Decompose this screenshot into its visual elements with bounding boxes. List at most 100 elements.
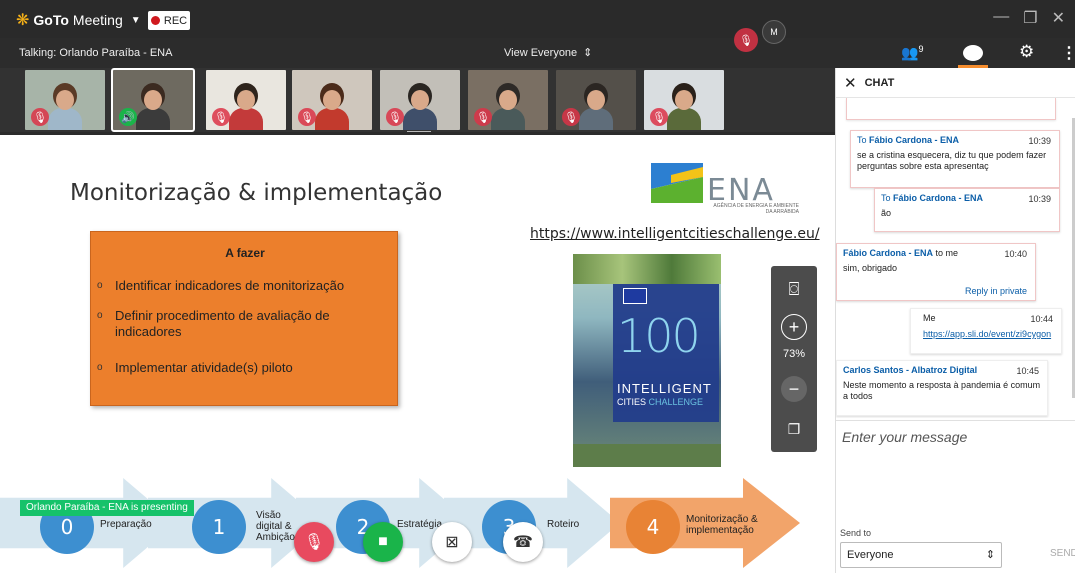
- window-controls: — ❐ ✕: [993, 8, 1065, 28]
- sender-name-text: Fábio Cardona - ENA: [843, 248, 934, 258]
- message-text: ão: [881, 208, 892, 218]
- chat-message: Me 10:44 https://app.sli.do/event/zi9cyg…: [910, 308, 1062, 354]
- book-title-line2: CITIES CHALLENGE: [617, 397, 703, 407]
- attendees-button[interactable]: 👥9: [901, 44, 923, 62]
- minimize-icon[interactable]: —: [993, 8, 1009, 28]
- view-selector[interactable]: View Everyone ⇕: [504, 46, 593, 60]
- people-icon: 👥: [901, 44, 919, 61]
- zoom-in-button[interactable]: +: [781, 314, 807, 340]
- reply-in-private-link[interactable]: Reply in private: [965, 286, 1027, 297]
- participant-body: [136, 108, 170, 130]
- hang-up-icon: ☎: [513, 534, 533, 551]
- more-options-icon[interactable]: ⋮: [1061, 43, 1075, 63]
- camera-button[interactable]: ■: [363, 522, 403, 562]
- participant-video[interactable]: 🎙: [468, 70, 548, 130]
- chat-message: Fábio Cardona - ENA to me 10:40 sim, obr…: [836, 243, 1036, 301]
- participant-video[interactable]: 🎙: [380, 70, 460, 130]
- chat-message-input[interactable]: Enter your message: [836, 420, 1075, 520]
- message-time: 10:40: [1004, 249, 1027, 259]
- sender-name-text: Fábio Cardona - ENA: [893, 193, 984, 203]
- book-challenge: CHALLENGE: [648, 397, 704, 407]
- muted-mic-icon: 🎙: [562, 108, 580, 126]
- status-bar: Talking: Orlando Paraíba - ENA View Ever…: [0, 38, 835, 68]
- message-time: 10:39: [1028, 194, 1051, 204]
- message-time: 10:44: [1030, 314, 1053, 324]
- updown-chevron-icon: ⇕: [583, 47, 593, 59]
- message-time: 10:45: [1016, 366, 1039, 376]
- message-text: se a cristina esquecera, diz tu que pode…: [857, 150, 1047, 171]
- participant-video[interactable]: 🎙: [206, 70, 286, 130]
- message-sender: Carlos Santos - Albatroz Digital: [843, 365, 1041, 376]
- slide-title: Monitorização & implementação: [70, 180, 443, 206]
- chat-panel: ✕ CHAT To Fábio Cardona - ENA 10:39 se a…: [835, 68, 1075, 573]
- send-button[interactable]: SEND: [1050, 548, 1075, 559]
- zoom-toolbar: ⌼ + 73% − ❐: [771, 266, 817, 452]
- participant-head: [144, 90, 162, 110]
- participant-video[interactable]: 🎙: [25, 70, 105, 130]
- sender-name: Fábio Cardona - ENA: [869, 135, 959, 145]
- mic-muted-icon: 🎙: [303, 534, 325, 551]
- sender-name-text: Fábio Cardona - ENA: [869, 135, 960, 145]
- participant-video[interactable]: 🎙: [644, 70, 724, 130]
- message-sender: Fábio Cardona - ENA to me: [843, 248, 1029, 259]
- message-text: Neste momento a resposta à pandemia é co…: [843, 380, 1041, 401]
- message-link[interactable]: https://app.sli.do/event/zi9cygon: [917, 329, 1055, 340]
- webcam-strip: 🎙 🔊 🎙 🎙 🎙 🎙 🎙 🎙: [0, 68, 835, 132]
- todo-box: A fazer Identificar indicadores de monit…: [90, 231, 398, 406]
- app-name-bold: GoTo: [33, 12, 69, 28]
- participant-video[interactable]: 🎙: [292, 70, 372, 130]
- book-cover-bottom: [573, 444, 721, 467]
- updown-chevron-icon: ⇕: [985, 549, 995, 561]
- participant-head: [411, 90, 429, 110]
- sender-prefix: To: [881, 193, 894, 203]
- book-cover-trees: [573, 254, 721, 284]
- participant-figure: [403, 86, 437, 130]
- app-menu-button[interactable]: ❋ GoTo Meeting ▼: [16, 10, 141, 30]
- sender-suffix: to me: [933, 248, 959, 258]
- gotomeeting-logo-icon: ❋: [16, 12, 30, 29]
- chat-messages[interactable]: To Fábio Cardona - ENA 10:39 se a cristi…: [836, 98, 1075, 418]
- participant-body: [48, 108, 82, 130]
- participant-figure: [491, 86, 525, 130]
- sender-name: Carlos Santos - Albatroz Digital: [843, 365, 977, 375]
- mic-button[interactable]: 🎙: [294, 522, 334, 562]
- participant-video[interactable]: 🎙: [556, 70, 636, 130]
- previous-message: [846, 98, 1056, 120]
- list-item: Implementar atividade(s) piloto: [97, 360, 387, 376]
- rec-label: REC: [163, 14, 188, 27]
- participant-head: [237, 90, 255, 110]
- gear-icon[interactable]: ⚙: [1019, 42, 1034, 62]
- stage-label: Roteiro: [547, 519, 580, 530]
- participant-figure: [315, 86, 349, 130]
- sender-name-text: Carlos Santos - Albatroz Digital: [843, 365, 978, 375]
- avatar[interactable]: M: [762, 20, 786, 44]
- leave-button[interactable]: ☎: [503, 522, 543, 562]
- participant-video[interactable]: 🔊: [111, 68, 195, 132]
- list-item: Identificar indicadores de monitorização: [97, 278, 387, 294]
- fit-window-icon[interactable]: ❐: [781, 416, 807, 442]
- stage-number: 1: [192, 500, 246, 554]
- screen-share-button[interactable]: ⊠: [432, 522, 472, 562]
- close-icon[interactable]: ✕: [1052, 8, 1065, 28]
- message-text: sim, obrigado: [843, 263, 898, 273]
- message-sender: To Fábio Cardona - ENA: [881, 193, 1053, 204]
- muted-mic-icon: 🎙: [474, 108, 492, 126]
- eu-flag-icon: [623, 288, 647, 304]
- participant-body: [315, 108, 349, 130]
- zoom-out-button[interactable]: −: [781, 376, 807, 402]
- stage-number: 4: [626, 500, 680, 554]
- participant-figure: [48, 86, 82, 130]
- book-cover-image: 100 INTELLIGENT CITIES CHALLENGE: [573, 254, 721, 467]
- restore-icon[interactable]: ❐: [1023, 8, 1037, 28]
- camera-snapshot-icon[interactable]: ⌼: [781, 276, 807, 302]
- participant-figure: [229, 86, 263, 130]
- participant-body: [667, 108, 701, 130]
- record-dot-icon: [150, 16, 160, 25]
- recording-indicator[interactable]: REC: [148, 11, 190, 30]
- send-to-select[interactable]: Everyone ⇕: [840, 542, 1002, 568]
- screen-share-off-icon: ⊠: [445, 534, 459, 551]
- mic-label: Mic: [306, 565, 322, 573]
- chevron-down-icon: ▼: [130, 14, 141, 26]
- close-icon[interactable]: ✕: [844, 74, 857, 92]
- chat-tab-button[interactable]: [958, 42, 988, 68]
